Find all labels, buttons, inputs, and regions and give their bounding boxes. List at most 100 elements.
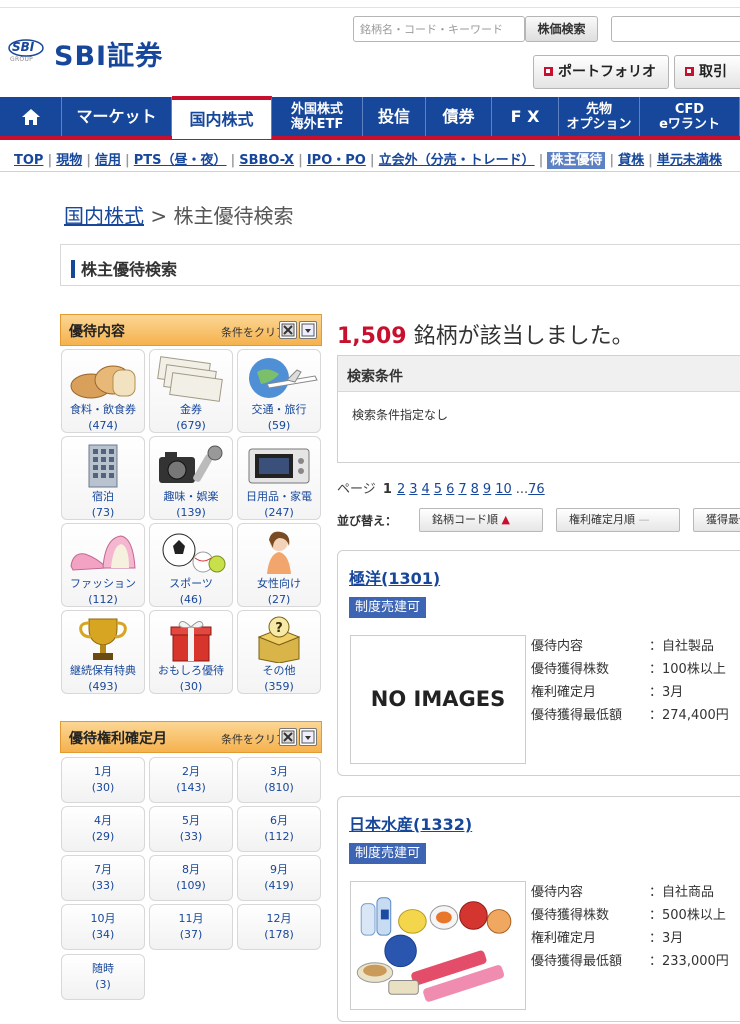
no-image-placeholder: NO IMAGES [350,635,526,764]
clear-grid-icon[interactable] [279,728,297,746]
benefit-category-tile[interactable]: 宿泊 (73) [61,436,145,520]
sort-label: 並び替え： [337,514,398,528]
month-count: (30) [91,781,115,794]
month-tile[interactable]: 2月 (143) [149,757,233,803]
collapse-icon[interactable] [299,728,317,746]
nav-investment-trust[interactable]: 投信 [363,97,426,136]
collapse-icon[interactable] [299,321,317,339]
benefit-category-tile[interactable]: ファッション (112) [61,523,145,607]
sbi-logo[interactable]: SBI GROUP SBI証券 [8,34,183,74]
month-label: 10月 [90,912,116,925]
stock-name-link[interactable]: 日本水産(1332) [349,811,472,835]
month-tile[interactable]: 随時 (3) [61,954,145,1000]
prop-value: ：3月 [649,685,684,700]
stock-name-link[interactable]: 極洋(1301) [349,565,440,589]
month-tile[interactable]: 6月 (112) [237,806,321,852]
pager-last[interactable]: 76 [528,482,545,497]
margin-sell-badge: 制度売建可 [349,597,427,618]
category-label: スポーツ [169,577,213,590]
pager-link[interactable]: 9 [483,482,491,497]
month-tile[interactable]: 12月 (178) [237,904,321,950]
margin-sell-badge: 制度売建可 [349,843,427,864]
month-tile[interactable]: 4月 (29) [61,806,145,852]
subnav-ipo[interactable]: IPO・PO [307,153,366,168]
benefit-category-tile[interactable]: スポーツ (46) [149,523,233,607]
pager-link[interactable]: 4 [422,482,430,497]
stock-search-input[interactable]: 銘柄名・コード・キーワード [353,16,525,42]
subnav-odd-lot[interactable]: 単元未満株 [657,153,722,168]
pager-current: 1 [382,482,392,497]
sort-by-code-button[interactable]: 銘柄コード順 ▲ [419,508,543,532]
subnav-shareholder-benefits[interactable]: 株主優待 [547,152,606,169]
login-input[interactable] [611,16,740,42]
pager-label: ページ [337,482,376,497]
month-count: (29) [91,830,115,843]
search-conditions-box: 検索条件 検索条件指定なし [337,355,740,463]
subnav-margin[interactable]: 信用 [95,153,121,168]
month-count: (810) [264,781,294,794]
breadcrumb-current: 株主優待検索 [173,204,294,228]
sort-by-min-amount-button[interactable]: 獲得最低額順 [693,508,740,532]
subnav-lending[interactable]: 貸株 [618,153,644,168]
svg-text:?: ? [275,621,283,636]
benefit-category-tile[interactable]: 金券 (679) [149,349,233,433]
nav-foreign-stocks[interactable]: 外国株式 海外ETF [272,97,363,136]
benefit-clear-link[interactable]: 条件をクリア [221,324,287,340]
month-tile[interactable]: 9月 (419) [237,855,321,901]
nav-domestic-stocks[interactable]: 国内株式 [172,96,272,139]
month-tile[interactable]: 1月 (30) [61,757,145,803]
benefit-category-tile[interactable]: おもしろ優待 (30) [149,610,233,694]
stock-card: 極洋(1301) 制度売建可 NO IMAGES 優待内容 ：自社製品 優待獲得株… [337,550,740,776]
month-label: 5月 [182,814,200,827]
subnav-cash[interactable]: 現物 [56,153,82,168]
month-count: (34) [91,928,115,941]
clear-grid-icon[interactable] [279,321,297,339]
benefit-category-tile[interactable]: ? その他 (359) [237,610,321,694]
month-label: 11月 [178,912,204,925]
nav-market[interactable]: マーケット [62,97,172,136]
benefit-category-tile[interactable]: 食料・飲食券 (474) [61,349,145,433]
pager-link[interactable]: 10 [495,482,512,497]
benefit-category-tile[interactable]: 継続保有特典 (493) [61,610,145,694]
month-tile[interactable]: 10月 (34) [61,904,145,950]
category-count: (493) [88,680,118,693]
pager-link[interactable]: 8 [471,482,479,497]
month-tile[interactable]: 8月 (109) [149,855,233,901]
portfolio-button[interactable]: ポートフォリオ [533,55,669,89]
subnav-pts[interactable]: PTS（昼・夜） [134,153,227,168]
nav-cfd[interactable]: CFD eワラント [640,97,740,136]
sort-month-label: 権利確定月順 [569,513,635,526]
subnav-sbbox[interactable]: SBBO-X [239,153,294,168]
pager-link[interactable]: 3 [409,482,417,497]
benefit-category-tile[interactable]: 趣味・娯楽 (139) [149,436,233,520]
month-tile[interactable]: 3月 (810) [237,757,321,803]
prop-key: 権利確定月 [531,685,597,700]
nav-futures-options[interactable]: 先物 オプション [559,97,640,136]
subnav-top[interactable]: TOP [14,153,43,168]
benefit-category-tile[interactable]: 交通・旅行 (59) [237,349,321,433]
subnav-offfloor[interactable]: 立会外（分売・トレード） [379,153,535,168]
nav-fx[interactable]: F X [492,97,559,136]
nav-home[interactable] [0,97,62,136]
category-count: (27) [267,593,291,606]
pager-link[interactable]: 2 [397,482,405,497]
pager-link[interactable]: 7 [458,482,466,497]
stock-search-button[interactable]: 株価検索 [525,16,598,42]
product-image [350,881,526,1010]
trade-button[interactable]: 取引 [674,55,740,89]
month-tile[interactable]: 11月 (37) [149,904,233,950]
benefit-category-tile[interactable]: 日用品・家電 (247) [237,436,321,520]
prop-key: 優待内容 [531,639,584,654]
benefit-category-tile[interactable]: 女性向け (27) [237,523,321,607]
home-icon [21,108,40,125]
sort-by-month-button[interactable]: 権利確定月順 — [556,508,680,532]
month-tile[interactable]: 7月 (33) [61,855,145,901]
month-tile[interactable]: 5月 (33) [149,806,233,852]
nav-bonds[interactable]: 債券 [426,97,492,136]
month-clear-link[interactable]: 条件をクリア [221,731,287,747]
prop-value: ：自社商品 [649,885,715,900]
pager-link[interactable]: 6 [446,482,454,497]
breadcrumb-domestic-stocks[interactable]: 国内株式 [64,204,144,228]
sports-balls-icon [150,528,232,576]
pager-link[interactable]: 5 [434,482,442,497]
